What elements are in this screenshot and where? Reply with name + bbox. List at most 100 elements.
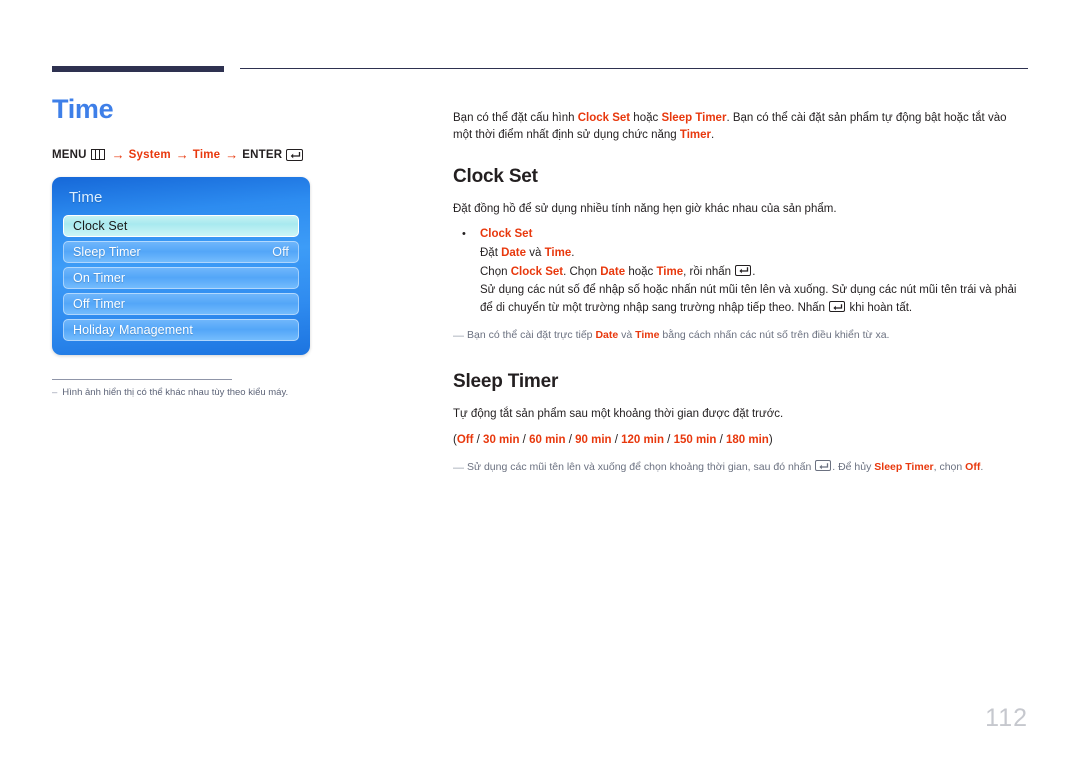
sleep-timer-note: — Sử dụng các mũi tên lên và xuống để ch…: [453, 460, 1028, 477]
clock-set-note: — Bạn có thể cài đặt trực tiếp Date và T…: [453, 328, 1028, 345]
options-close-paren: ): [768, 434, 773, 447]
line2-term-clock-set: Clock Set: [510, 265, 564, 278]
enter-return-icon: [815, 460, 832, 472]
header-rule-thick: [52, 66, 224, 72]
menu-path-system-label: System: [128, 148, 171, 161]
options-sep: /: [611, 434, 622, 447]
st-note-term-off: Off: [965, 461, 981, 474]
page-number: 112: [985, 704, 1028, 732]
options-sep: /: [473, 434, 484, 447]
line1-term-date: Date: [501, 246, 527, 259]
osd-row-on-timer[interactable]: On Timer: [63, 266, 299, 289]
osd-row-label: Clock Set: [73, 218, 128, 233]
line2-d: , rồi nhấn: [683, 265, 735, 278]
menu-path-arrow-1: →: [111, 147, 125, 163]
osd-row-value: Off: [272, 244, 289, 259]
line2-term-date: Date: [600, 265, 626, 278]
line2-e: .: [752, 265, 756, 278]
note-b: và: [618, 329, 636, 341]
note-a: Bạn có thể cài đặt trực tiếp: [467, 329, 596, 341]
osd-row-label: Sleep Timer: [73, 244, 141, 259]
section-heading-sleep-timer: Sleep Timer: [453, 370, 559, 392]
intro-term-clock-set: Clock Set: [577, 111, 631, 124]
clock-set-bullet-body: Clock Set Đặt Date và Time. Chọn Clock S…: [480, 226, 1028, 318]
osd-row-label: On Timer: [73, 270, 126, 285]
note-term-time: Time: [635, 329, 660, 341]
note-dash: —: [453, 462, 464, 475]
osd-row-clock-set[interactable]: Clock Set: [63, 214, 299, 237]
line2-c: hoặc: [625, 265, 657, 278]
line1-term-time: Time: [544, 246, 572, 259]
osd-panel-title: Time: [69, 188, 103, 206]
st-note-d: .: [980, 461, 984, 474]
option-90-min: 90 min: [575, 434, 612, 447]
note-body: Sử dụng các mũi tên lên và xuống để chọn…: [467, 460, 983, 477]
left-column: Time MENU → System → Time → ENTER Time C…: [52, 94, 427, 399]
menu-path-arrow-3: →: [225, 147, 239, 163]
option-120-min: 120 min: [621, 434, 664, 447]
menu-path-time-label: Time: [192, 148, 221, 161]
option-150-min: 150 min: [673, 434, 717, 447]
section-heading-clock-set: Clock Set: [453, 166, 538, 188]
note-c: bằng cách nhấn các nút số trên điều khiể…: [659, 329, 890, 341]
enter-return-icon: [286, 148, 304, 161]
enter-return-icon: [735, 264, 752, 276]
menu-path-arrow-2: →: [175, 147, 189, 163]
option-30-min: 30 min: [483, 434, 520, 447]
menu-icon: [90, 149, 105, 161]
option-180-min: 180 min: [725, 434, 769, 447]
line1-a: Đặt: [480, 246, 502, 259]
line2-term-time: Time: [656, 265, 684, 278]
osd-row-label: Holiday Management: [73, 322, 193, 337]
intro-text-1: Bạn có thể đặt cấu hình: [453, 111, 578, 124]
st-note-b: . Để hủy: [832, 461, 875, 474]
clock-set-line-2: Chọn Clock Set. Chọn Date hoặc Time, rồi…: [480, 264, 1028, 282]
menu-path-breadcrumb: MENU → System → Time → ENTER: [52, 147, 427, 163]
note-body: Bạn có thể cài đặt trực tiếp Date và Tim…: [467, 328, 889, 345]
intro-paragraph: Bạn có thể đặt cấu hình Clock Set hoặc S…: [453, 110, 1028, 146]
clock-set-line-1: Đặt Date và Time.: [480, 245, 1028, 263]
menu-path-menu-label: MENU: [52, 148, 87, 161]
menu-path-enter-label: ENTER: [242, 148, 283, 161]
options-sep: /: [519, 434, 530, 447]
bullet-marker-icon: •: [462, 227, 466, 240]
osd-row-off-timer[interactable]: Off Timer: [63, 292, 299, 315]
osd-menu-panel: Time Clock Set Sleep Timer Off On Timer …: [52, 176, 310, 355]
line3-b: khi hoàn tất.: [846, 302, 913, 315]
clock-set-description: Đặt đồng hồ để sử dụng nhiều tính năng h…: [453, 203, 837, 216]
option-60-min: 60 min: [529, 434, 566, 447]
sleep-timer-description: Tự động tắt sản phẩm sau một khoảng thời…: [453, 407, 784, 420]
footnote-divider: [52, 378, 232, 380]
line3-a: Sử dụng các nút số để nhập số hoặc nhấn …: [480, 284, 1017, 315]
option-off: Off: [456, 434, 474, 447]
sleep-timer-options: (Off / 30 min / 60 min / 90 min / 120 mi…: [453, 432, 1028, 450]
osd-row-sleep-timer[interactable]: Sleep Timer Off: [63, 240, 299, 263]
options-sep: /: [663, 434, 674, 447]
intro-text-2: hoặc: [630, 111, 662, 124]
osd-row-label: Off Timer: [73, 296, 126, 311]
left-footnote: – Hình ảnh hiển thị có thể khác nhau tùy…: [52, 386, 427, 399]
header-rule-thin: [240, 68, 1028, 69]
page-title: Time: [52, 94, 114, 124]
line1-b: và: [526, 246, 545, 259]
line1-c: .: [571, 246, 575, 259]
note-dash: —: [453, 330, 464, 342]
line2-a: Chọn: [480, 265, 511, 278]
st-note-term-sleep-timer: Sleep Timer: [874, 461, 934, 474]
clock-set-bullet-label: Clock Set: [480, 227, 533, 240]
line2-b: . Chọn: [563, 265, 601, 278]
footnote-dash: –: [52, 386, 58, 398]
intro-term-sleep-timer: Sleep Timer: [661, 111, 727, 124]
clock-set-line-3: Sử dụng các nút số để nhập số hoặc nhấn …: [480, 282, 1028, 318]
st-note-a: Sử dụng các mũi tên lên và xuống để chọn…: [467, 461, 815, 474]
intro-text-4: .: [710, 129, 715, 142]
note-term-date: Date: [595, 329, 619, 341]
options-sep: /: [565, 434, 576, 447]
clock-set-bullet: • Clock Set Đặt Date và Time. Chọn Clock…: [453, 226, 1028, 318]
st-note-c: , chọn: [933, 461, 966, 474]
options-sep: /: [716, 434, 726, 447]
enter-return-icon: [829, 301, 846, 313]
osd-row-holiday-management[interactable]: Holiday Management: [63, 318, 299, 341]
right-column: Bạn có thể đặt cấu hình Clock Set hoặc S…: [453, 98, 1028, 477]
footnote-text: Hình ảnh hiển thị có thể khác nhau tùy t…: [62, 386, 289, 398]
